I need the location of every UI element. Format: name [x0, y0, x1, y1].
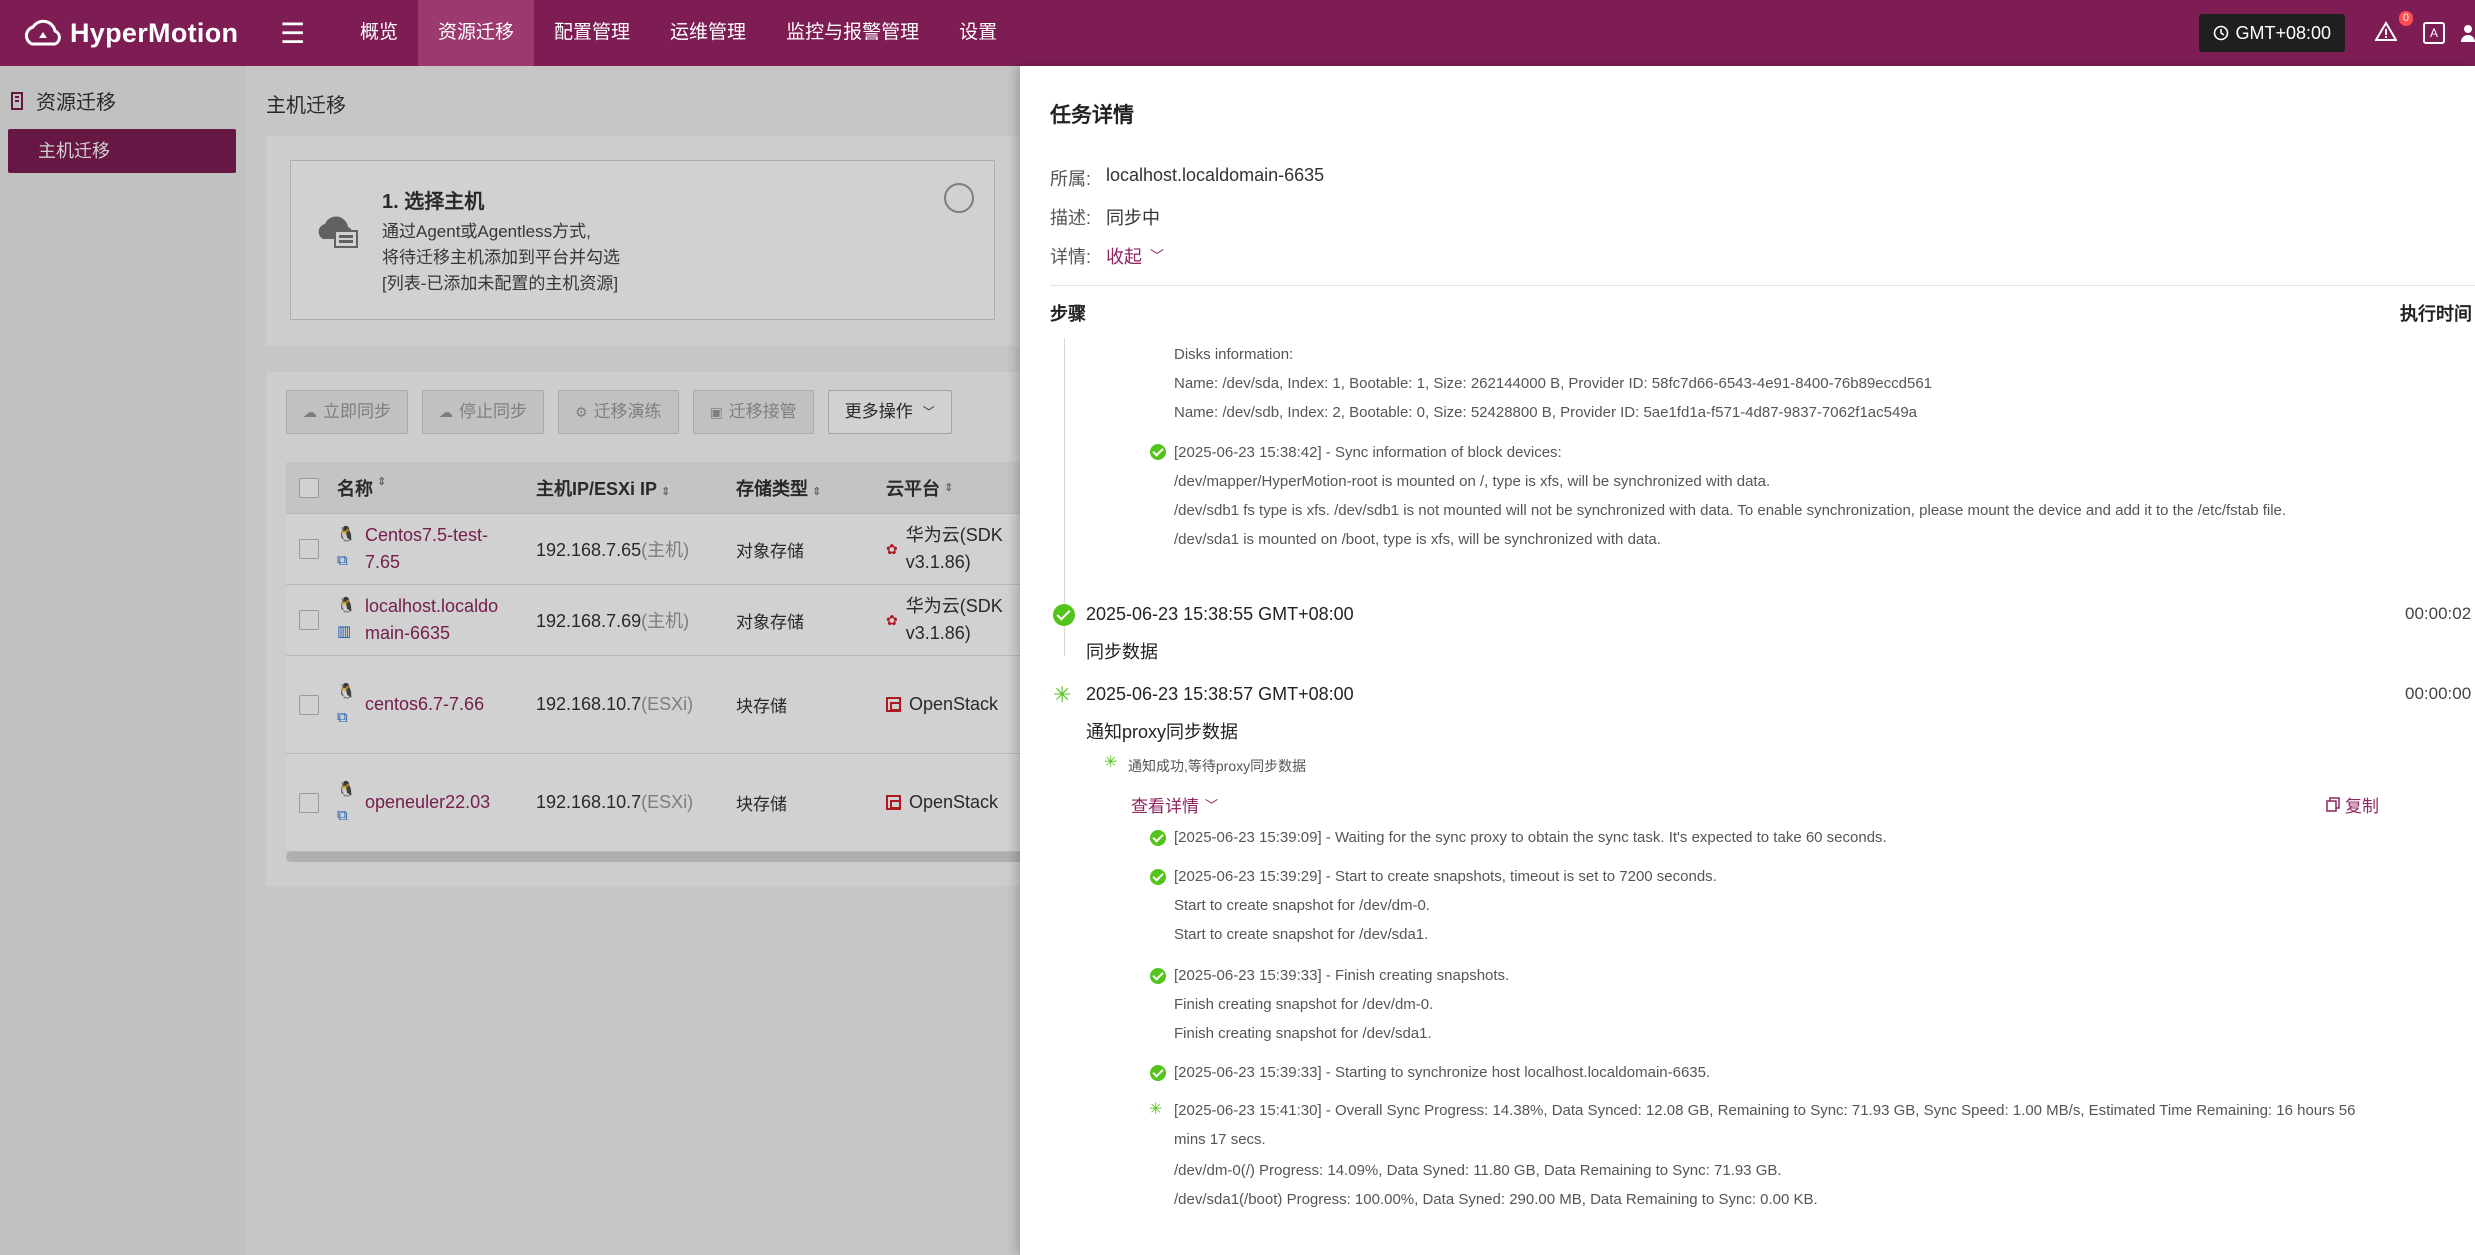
step-sync-time: 2025-06-23 15:38:55 GMT+08:00	[1086, 604, 1354, 624]
timezone-label: GMT+08:00	[2235, 23, 2331, 43]
success-check-icon	[1150, 444, 1166, 460]
collapse-label: 收起	[1106, 247, 1142, 267]
drawer-title: 任务详情	[1050, 104, 1134, 127]
owner-row: 所属: localhost.localdomain-6635	[1050, 165, 1324, 191]
top-navbar: HyperMotion ☰ 概览 资源迁移 配置管理 运维管理 监控与报警管理 …	[0, 0, 2475, 66]
log-line: /dev/mapper/HyperMotion-root is mounted …	[1174, 473, 1771, 490]
success-check-icon	[1150, 830, 1166, 846]
language-icon[interactable]: A	[2423, 22, 2445, 44]
description-label: 描述:	[1050, 208, 1092, 228]
user-icon[interactable]	[2461, 24, 2475, 42]
step-proxy-time: 2025-06-23 15:38:57 GMT+08:00	[1086, 684, 1354, 704]
description-row: 描述: 同步中	[1050, 204, 1160, 230]
log-line: /dev/sda1(/boot) Progress: 100.00%, Data…	[1174, 1191, 1818, 1208]
log-line: /dev/sdb1 fs type is xfs. /dev/sdb1 is n…	[1174, 502, 2287, 519]
log-line: [2025-06-23 15:39:33] - Finish creating …	[1174, 967, 1510, 984]
brand-logo[interactable]: HyperMotion	[22, 16, 272, 50]
log-line: [2025-06-23 15:38:42] - Sync information…	[1174, 444, 1562, 461]
success-check-icon	[1150, 1065, 1166, 1081]
step-proxy-note: 通知成功,等待proxy同步数据	[1128, 758, 1307, 774]
navbar-right: GMT+08:00 0 A	[2199, 0, 2475, 66]
loading-spinner-icon: ✳	[1104, 754, 1118, 771]
owner-label: 所属:	[1050, 169, 1092, 189]
brand-name: HyperMotion	[70, 17, 239, 48]
success-check-icon	[1150, 968, 1166, 984]
log-line: [2025-06-23 15:41:30] - Overall Sync Pro…	[1174, 1102, 2356, 1148]
collapse-toggle[interactable]: 收起 ﹀	[1106, 243, 1164, 269]
step-proxy-label: 通知proxy同步数据	[1086, 722, 1239, 742]
step-sync-label: 同步数据	[1086, 642, 1158, 662]
nav-item-monitoring[interactable]: 监控与报警管理	[766, 0, 939, 66]
copy-icon	[2326, 797, 2340, 812]
log-line: Name: /dev/sdb, Index: 2, Bootable: 0, S…	[1174, 404, 1918, 421]
chevron-down-icon: ﹀	[1205, 798, 1219, 813]
log-line: Finish creating snapshot for /dev/dm-0.	[1174, 996, 1434, 1013]
detail-row: 详情: 收起 ﹀	[1050, 243, 1164, 269]
timezone-button[interactable]: GMT+08:00	[2199, 14, 2345, 52]
task-details-drawer: 任务详情 所属: localhost.localdomain-6635 描述: 同步…	[1020, 66, 2475, 1255]
warning-icon	[2374, 20, 2398, 41]
log-line: [2025-06-23 15:39:09] - Waiting for the …	[1174, 829, 1887, 846]
owner-value: localhost.localdomain-6635	[1106, 165, 1325, 185]
drawer-mask[interactable]	[0, 66, 1020, 1255]
alerts-button[interactable]: 0	[2374, 10, 2413, 46]
view-details-label: 查看详情	[1131, 797, 1199, 816]
log-line: [2025-06-23 15:39:29] - Start to create …	[1174, 868, 1717, 885]
view-details-toggle[interactable]: 查看详情 ﹀	[1131, 792, 1218, 817]
nav-item-config[interactable]: 配置管理	[534, 0, 650, 66]
log-line: [2025-06-23 15:39:33] - Starting to sync…	[1174, 1064, 1711, 1081]
clock-icon	[2214, 25, 2229, 41]
detail-label: 详情:	[1050, 247, 1092, 267]
menu-toggle-icon[interactable]: ☰	[280, 17, 340, 50]
log-line: Disks information:	[1174, 346, 1294, 363]
log-line: Finish creating snapshot for /dev/sda1.	[1174, 1025, 1432, 1042]
nav-item-ops[interactable]: 运维管理	[650, 0, 766, 66]
main-nav: 概览 资源迁移 配置管理 运维管理 监控与报警管理 设置	[340, 0, 1017, 66]
loading-spinner-icon: ✳	[1149, 1101, 1163, 1118]
success-check-icon	[1150, 869, 1166, 885]
log-line: Start to create snapshot for /dev/dm-0.	[1174, 897, 1430, 914]
divider	[1050, 285, 2475, 286]
cloud-logo-icon	[24, 19, 61, 46]
copy-button[interactable]: 复制	[2326, 792, 2379, 817]
chevron-down-icon: ﹀	[1150, 248, 1164, 264]
log-line: Start to create snapshot for /dev/sda1.	[1174, 926, 1429, 943]
nav-item-overview[interactable]: 概览	[340, 0, 418, 66]
step-proxy-duration: 00:00:00	[2405, 684, 2472, 703]
description-value: 同步中	[1106, 208, 1160, 228]
exec-time-header: 执行时间	[2400, 304, 2472, 324]
log-line: Name: /dev/sda, Index: 1, Bootable: 1, S…	[1174, 375, 1933, 392]
log-line: /dev/sda1 is mounted on /boot, type is x…	[1174, 531, 1661, 548]
steps-header: 步骤	[1050, 304, 1086, 324]
step-success-icon	[1053, 604, 1075, 626]
step-sync-duration: 00:00:02	[2405, 604, 2472, 623]
nav-item-resource-migration[interactable]: 资源迁移	[418, 0, 535, 66]
nav-item-settings[interactable]: 设置	[939, 0, 1017, 66]
loading-spinner-icon: ✳	[1053, 682, 1072, 707]
copy-label: 复制	[2345, 797, 2379, 816]
log-line: /dev/dm-0(/) Progress: 14.09%, Data Syne…	[1174, 1162, 1782, 1179]
alert-count-badge: 0	[2398, 10, 2413, 26]
